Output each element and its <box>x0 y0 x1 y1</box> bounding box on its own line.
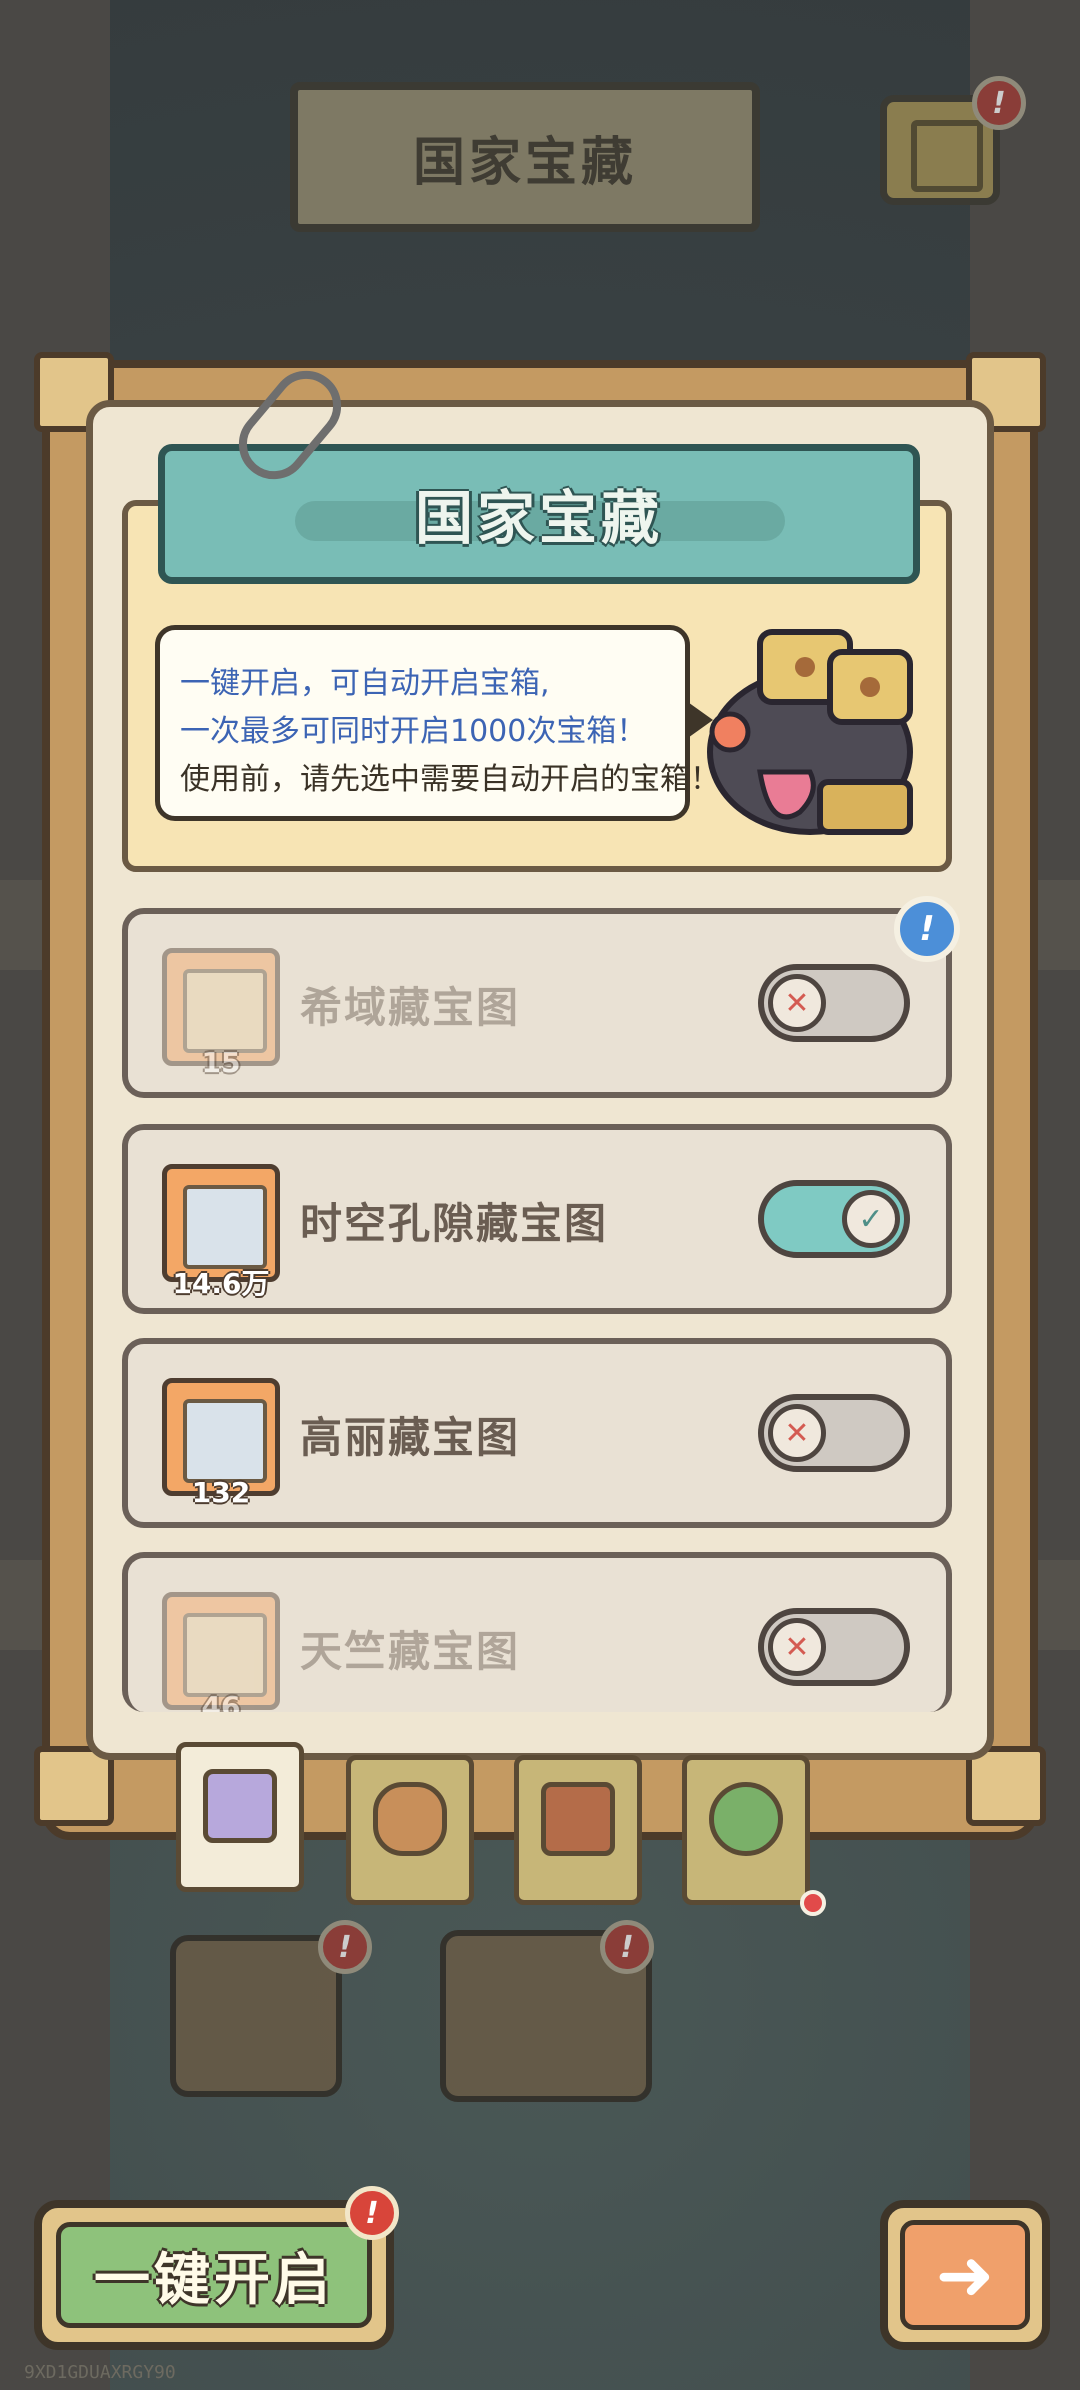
treasure-map-icon <box>183 1399 267 1483</box>
check-icon: ✓ <box>842 1190 900 1248</box>
mimic-chest-icon <box>707 629 913 835</box>
item-count: 14.6万 <box>172 1267 270 1300</box>
compass-icon <box>709 1782 783 1856</box>
tab-compass[interactable] <box>682 1755 810 1905</box>
chest-icon <box>541 1782 615 1856</box>
item-count: 46 <box>201 1690 241 1712</box>
open-all-label: 一键开启 <box>94 2247 334 2313</box>
map-icon <box>203 1769 277 1843</box>
panel-title: 国家宝藏 <box>414 484 663 552</box>
info-line-3: 使用前，请先选中需要自动开启的宝箱！ <box>180 762 720 797</box>
open-all-alert-badge: ! <box>345 2186 399 2240</box>
treasure-map-icon <box>183 1185 267 1269</box>
item-toggle[interactable]: ✓ <box>758 1180 910 1258</box>
tab-chest[interactable] <box>514 1755 642 1905</box>
treasure-map-icon <box>183 1613 267 1697</box>
treasure-map-icon <box>183 969 267 1053</box>
item-name: 时空孔隙藏宝图 <box>300 1199 609 1248</box>
close-icon: ✕ <box>768 1404 826 1462</box>
notification-dot <box>800 1890 826 1916</box>
tab-map[interactable] <box>176 1742 304 1892</box>
item-name: 天竺藏宝图 <box>300 1627 521 1676</box>
close-icon: ✕ <box>768 974 826 1032</box>
background-header-text: 国家宝藏 <box>412 132 637 193</box>
list-item: 15 希域藏宝图 ✕ <box>122 908 952 1098</box>
info-speech-bubble: 一键开启，可自动开启宝箱, 一次最多可同时开启1000次宝箱！ 使用前，请先选中… <box>155 625 720 821</box>
item-name: 希域藏宝图 <box>300 983 521 1032</box>
next-button[interactable]: ➜ <box>880 2200 1050 2350</box>
open-all-face: 一键开启 <box>56 2222 372 2328</box>
info-badge[interactable]: ! <box>894 896 960 962</box>
item-toggle[interactable]: ✕ <box>758 1608 910 1686</box>
scroll-icon <box>373 1782 447 1856</box>
list-item: 46 天竺藏宝图 ✕ <box>122 1552 952 1712</box>
background-map-prop <box>170 1935 342 2097</box>
item-count: 15 <box>201 1046 241 1079</box>
item-count: 132 <box>191 1476 251 1509</box>
background-alert-badge: ! <box>972 76 1026 130</box>
background-alert-badge: ! <box>600 1920 654 1974</box>
list-item: 132 高丽藏宝图 ✕ <box>122 1338 952 1528</box>
item-name: 高丽藏宝图 <box>300 1413 521 1462</box>
item-toggle[interactable]: ✕ <box>758 964 910 1042</box>
close-icon: ✕ <box>768 1618 826 1676</box>
watermark: 9XD1GDUAXRGY90 <box>24 2362 176 2383</box>
tab-scroll[interactable] <box>346 1755 474 1905</box>
treasure-icon <box>911 120 983 192</box>
background-header-title: 国家宝藏 <box>290 82 760 232</box>
list-item: 14.6万 时空孔隙藏宝图 ✓ <box>122 1124 952 1314</box>
item-toggle[interactable]: ✕ <box>758 1394 910 1472</box>
info-line-2: 一次最多可同时开启1000次宝箱！ <box>180 714 647 749</box>
background-alert-badge: ! <box>318 1920 372 1974</box>
arrow-right-icon: ➜ <box>900 2220 1030 2330</box>
info-line-1: 一键开启，可自动开启宝箱, <box>180 666 550 701</box>
open-all-button[interactable]: 一键开启 <box>34 2200 394 2350</box>
